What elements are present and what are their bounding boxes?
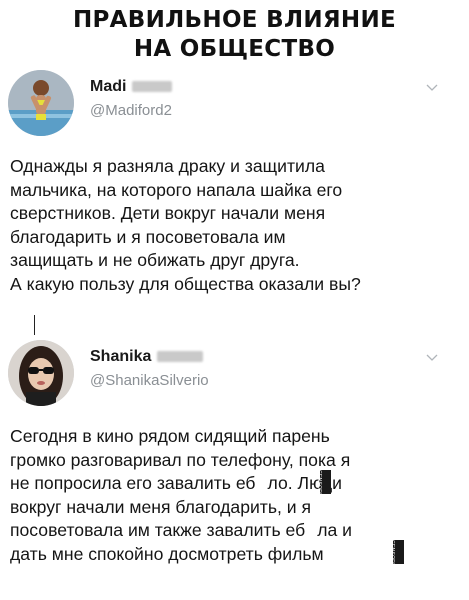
line-part: не попросила его завалить еб (10, 473, 256, 493)
tweet-line: благодарить и я посоветовала им (10, 226, 286, 247)
redacted-surname (132, 81, 173, 93)
tweet-card: Madi @Madiford2 Однажды я разняла драку … (0, 70, 469, 330)
avatar[interactable] (8, 70, 74, 136)
author-handle[interactable]: @ShanikaSilverio (90, 372, 209, 389)
author-handle[interactable]: @Madiford2 (90, 102, 172, 119)
tweet-line: Однажды я разняла драку и защитила (10, 156, 325, 176)
tweet-line: Сегодня в кино рядом сидящий парень (10, 426, 330, 446)
text-cursor (34, 315, 35, 335)
tweet-line: защищать и не обижать друг друга. (10, 250, 300, 270)
avatar-image (8, 340, 74, 406)
tweet-line: А какую пользу для общества оказали вы? (10, 273, 361, 294)
title-line-1: ПРАВИЛЬНОЕ ВЛИЯНИЕ (72, 7, 397, 33)
line-part: ла и (317, 520, 352, 540)
author-name-text: Madi (90, 78, 127, 95)
chevron-down-icon[interactable] (426, 352, 438, 364)
tweet-line: сверстников. Дети вокруг начали меня (10, 203, 326, 223)
tweet-line: громко разговаривал по телефону, пока я (10, 449, 351, 470)
page-title: ПРАВИЛЬНОЕ ВЛИЯНИЕ НА ОБЩЕСТВО (0, 6, 469, 64)
author-name[interactable]: Shanika (90, 348, 204, 366)
author-name-text: Shanika (90, 348, 152, 365)
author-name[interactable]: Madi (90, 78, 173, 96)
avatar-image (8, 70, 74, 136)
title-line-2: НА ОБЩЕСТВО (133, 36, 336, 62)
avatar[interactable] (8, 340, 74, 406)
tweet-line: не попросила его завалить еб ло. Люди (10, 472, 465, 496)
tweet-text: Однажды я разняла драку и защитила мальч… (10, 155, 465, 296)
tweet-line: посоветовала им также завалить еб ла и (10, 519, 465, 543)
censored-stamp: CENSORED (316, 470, 331, 501)
redacted-surname (157, 351, 204, 363)
line-part: посоветовала им также завалить еб (10, 520, 306, 540)
censored-stamp: CENSORED (389, 540, 404, 571)
tweet-line: мальчика, на которого напала шайка его (10, 179, 343, 200)
chevron-down-icon[interactable] (426, 82, 438, 94)
tweet-line: вокруг начали меня благодарить, и я (10, 496, 312, 517)
